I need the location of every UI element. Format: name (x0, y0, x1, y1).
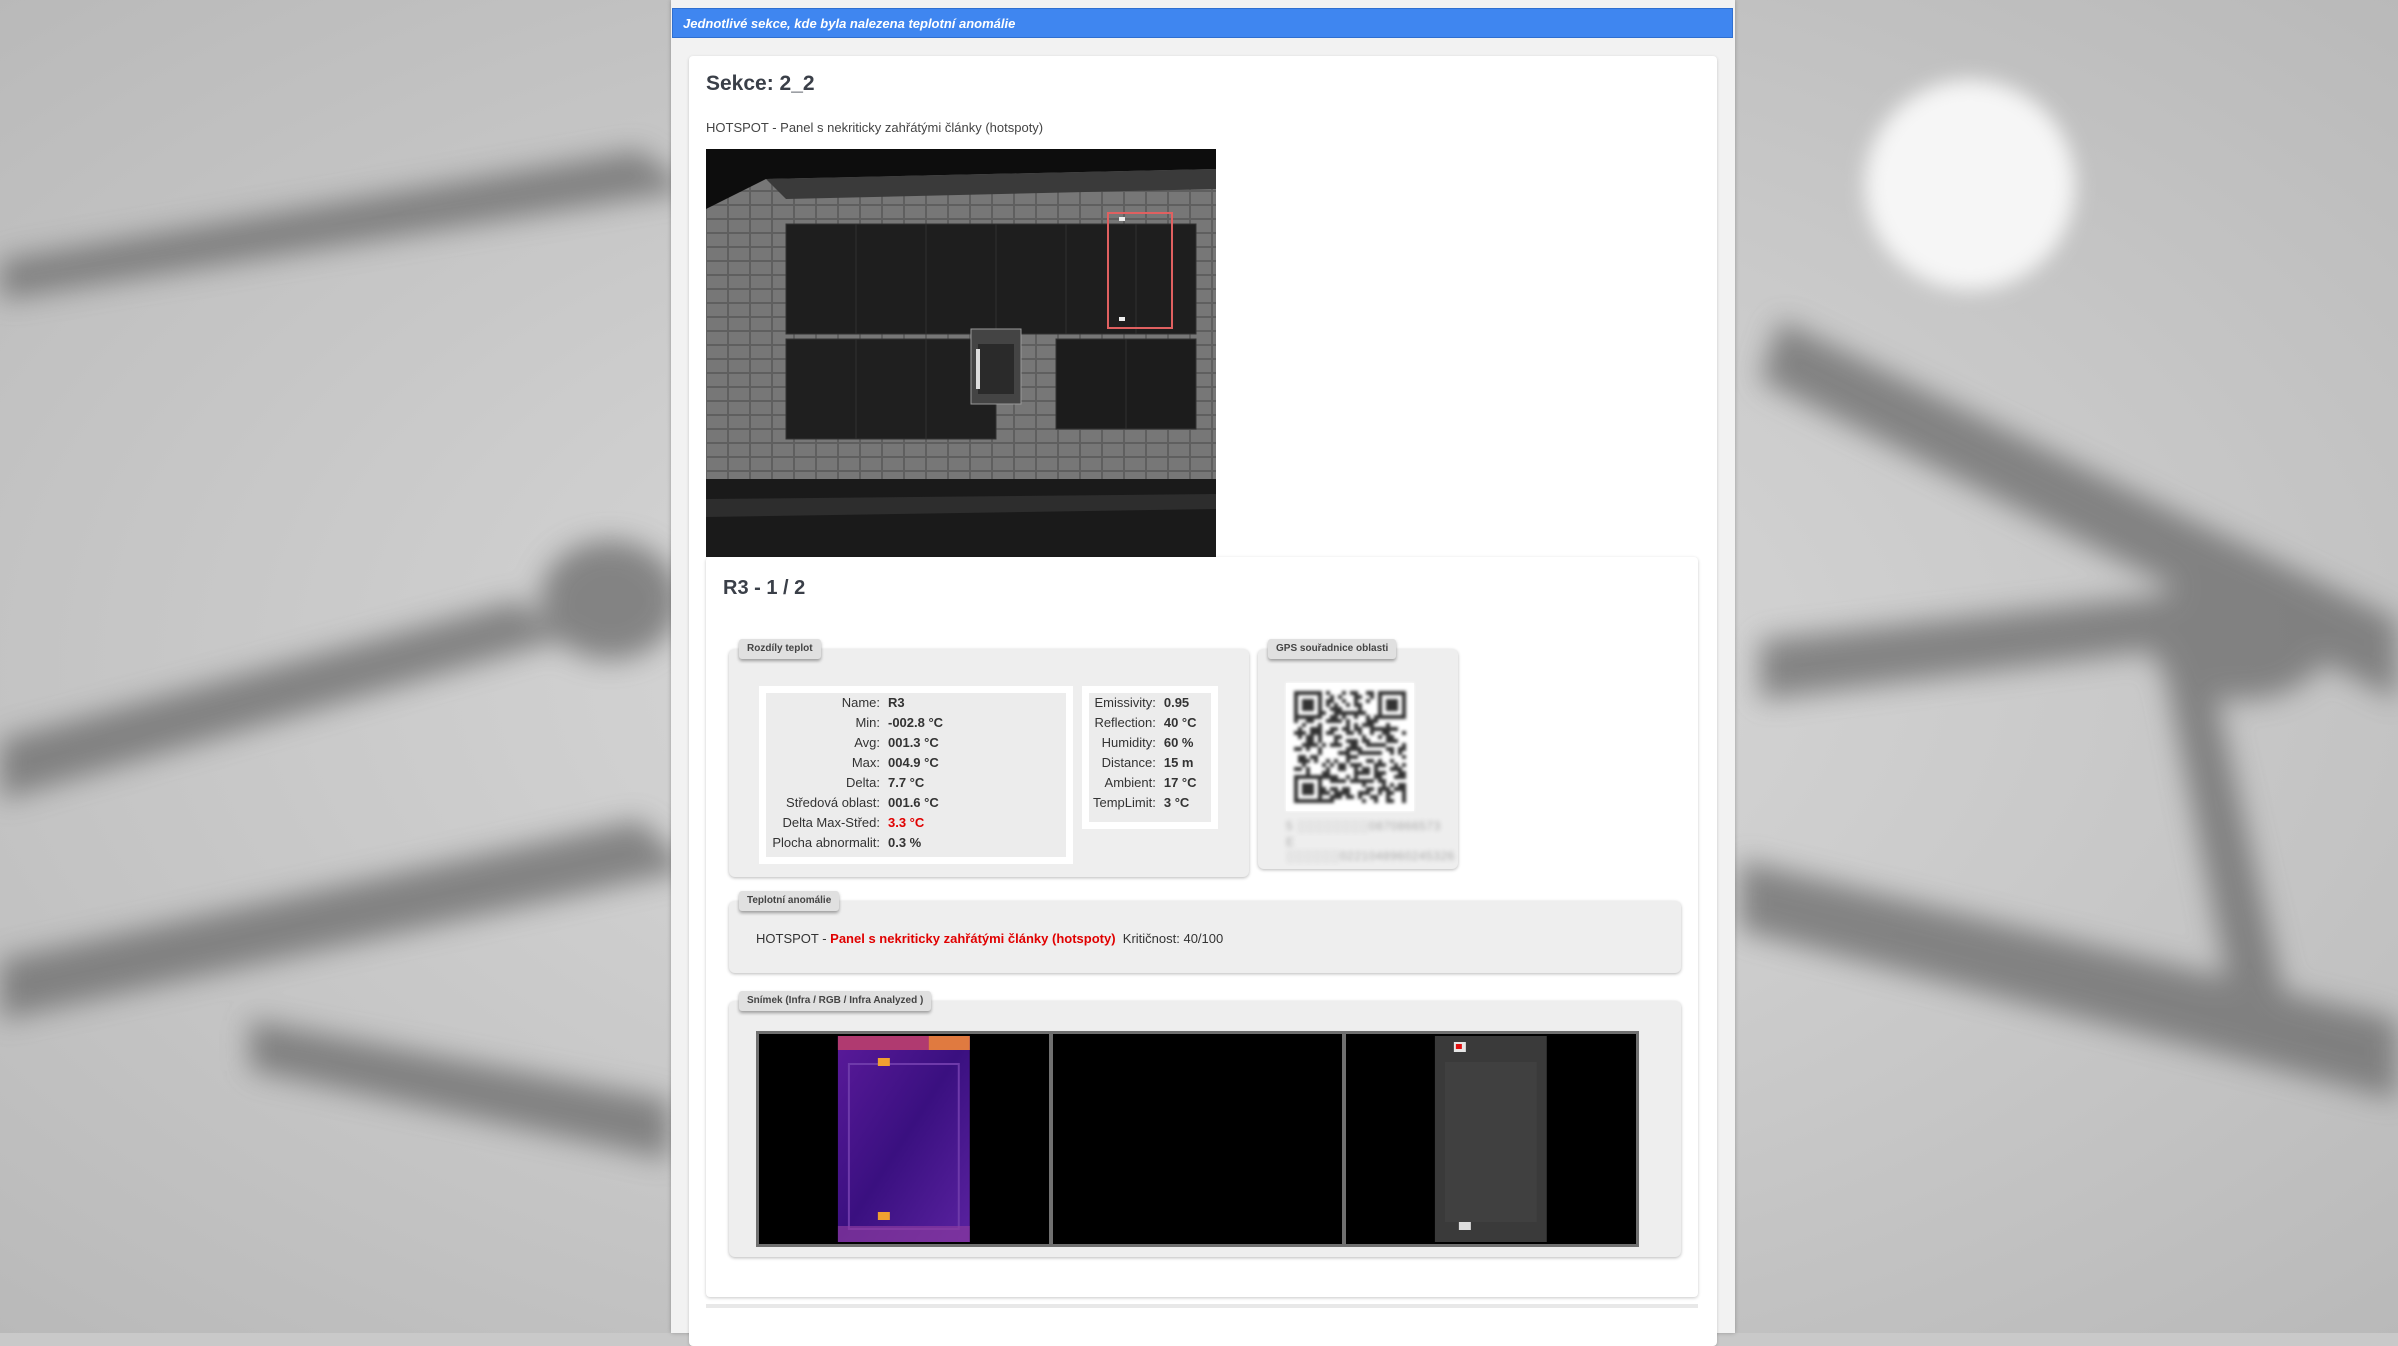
row-value: 0.3 % (888, 835, 922, 850)
anomaly-item-title: R3 - 1 / 2 (723, 577, 806, 599)
temp-row-max: Max: 004.9 °C (766, 753, 947, 773)
image-strip (756, 1031, 1639, 1247)
temp-row-center: Středová oblast: 001.6 °C (766, 793, 947, 813)
temp-row-avg: Avg: 001.3 °C (766, 733, 947, 753)
param-row-humidity: Humidity: 60 % (1089, 733, 1201, 753)
temp-row-name: Name: R3 (766, 693, 947, 713)
temp-row-abnormal-area: Plocha abnormalit: 0.3 % (766, 833, 947, 853)
temp-row-delta-max-center: Delta Max-Střed: 3.3 °C (766, 813, 947, 833)
row-label: Plocha abnormalit: (772, 835, 880, 850)
rgb-image[interactable] (1052, 1034, 1343, 1244)
gps-legend: GPS souřadnice oblasti (1268, 639, 1397, 659)
thermal-overview-image (706, 149, 1216, 557)
anomaly-name: Panel s nekriticky zahřátými články (hot… (830, 931, 1116, 946)
row-label: Name: (841, 695, 880, 710)
images-legend: Snímek (Infra / RGB / Infra Analyzed ) (739, 991, 932, 1011)
section-card: Sekce: 2_2 HOTSPOT - Panel s nekriticky … (689, 56, 1717, 1346)
row-label: Ambient: (1104, 775, 1156, 790)
images-fieldset: Snímek (Infra / RGB / Infra Analyzed ) (729, 991, 1681, 1257)
param-row-templimit: TempLimit: 3 °C (1089, 793, 1201, 813)
row-label: Min: (855, 715, 880, 730)
row-label: Humidity: (1101, 735, 1156, 750)
gps-latitude: 5 ░░░░░░░░0870866573 (1286, 819, 1441, 833)
row-value: R3 (888, 695, 905, 710)
anomaly-description: HOTSPOT - Panel s nekriticky zahřátými č… (756, 931, 1223, 946)
row-value-alert: 3.3 °C (888, 815, 925, 830)
report-header: Jednotlivé sekce, kde byla nalezena tepl… (672, 8, 1733, 38)
row-label: TempLimit: (1093, 795, 1156, 810)
row-value: 15 m (1163, 755, 1194, 770)
row-value: 40 °C (1163, 715, 1197, 730)
report-column: Jednotlivé sekce, kde byla nalezena tepl… (671, 0, 1735, 1346)
gps-qr-code-icon[interactable] (1286, 683, 1414, 811)
anomaly-prefix: HOTSPOT - (756, 931, 831, 946)
anomaly-fieldset: Teplotní anomálie HOTSPOT - Panel s nekr… (729, 891, 1681, 973)
gps-longitude: E ░░░░░░0221048960245326 (1286, 835, 1455, 863)
anomaly-criticality: Kritičnost: 40/100 (1122, 931, 1224, 946)
param-row-ambient: Ambient: 17 °C (1089, 773, 1201, 793)
row-label: Středová oblast: (786, 795, 880, 810)
section-subtitle: HOTSPOT - Panel s nekriticky zahřátými č… (706, 120, 1044, 135)
row-value: 0.95 (1163, 695, 1190, 710)
row-label: Delta Max-Střed: (782, 815, 880, 830)
temperature-fieldset: Rozdíly teplot Name: R3 Min: -002.8 °C Avg… (729, 639, 1249, 877)
row-value: 004.9 °C (888, 755, 939, 770)
row-value: 001.6 °C (888, 795, 939, 810)
param-row-emissivity: Emissivity: 0.95 (1089, 693, 1201, 713)
row-value: -002.8 °C (888, 715, 944, 730)
row-label: Distance: (1101, 755, 1156, 770)
param-row-reflection: Reflection: 40 °C (1089, 713, 1201, 733)
gps-fieldset: GPS souřadnice oblasti 5 ░░░░░░░░0870866… (1258, 639, 1458, 869)
row-label: Emissivity: (1094, 695, 1156, 710)
row-value: 001.3 °C (888, 735, 939, 750)
anomaly-detail-panel: R3 - 1 / 2 Rozdíly teplot Name: R3 Min: -0… (706, 557, 1698, 1297)
temperature-table: Name: R3 Min: -002.8 °C Avg: 001.3 °C Max: 0… (759, 686, 1073, 864)
section-title: Sekce: 2_2 (706, 72, 815, 95)
report-header-title: Jednotlivé sekce, kde byla nalezena tepl… (683, 16, 1016, 31)
row-value: 60 % (1163, 735, 1194, 750)
row-value: 17 °C (1163, 775, 1197, 790)
temp-row-delta: Delta: 7.7 °C (766, 773, 947, 793)
temp-row-min: Min: -002.8 °C (766, 713, 947, 733)
infra-image[interactable] (759, 1034, 1049, 1244)
row-label: Delta: (846, 775, 880, 790)
temperature-legend: Rozdíly teplot (739, 639, 821, 659)
panel-divider (706, 1304, 1698, 1308)
anomaly-legend: Teplotní anomálie (739, 891, 840, 911)
row-label: Max: (851, 755, 880, 770)
row-label: Avg: (854, 735, 880, 750)
row-value: 3 °C (1163, 795, 1190, 810)
row-label: Reflection: (1094, 715, 1156, 730)
row-value: 7.7 °C (888, 775, 925, 790)
param-row-distance: Distance: 15 m (1089, 753, 1201, 773)
infra-analyzed-image[interactable] (1346, 1034, 1637, 1244)
measurement-params-table: Emissivity: 0.95 Reflection: 40 °C Humidit… (1082, 686, 1218, 829)
